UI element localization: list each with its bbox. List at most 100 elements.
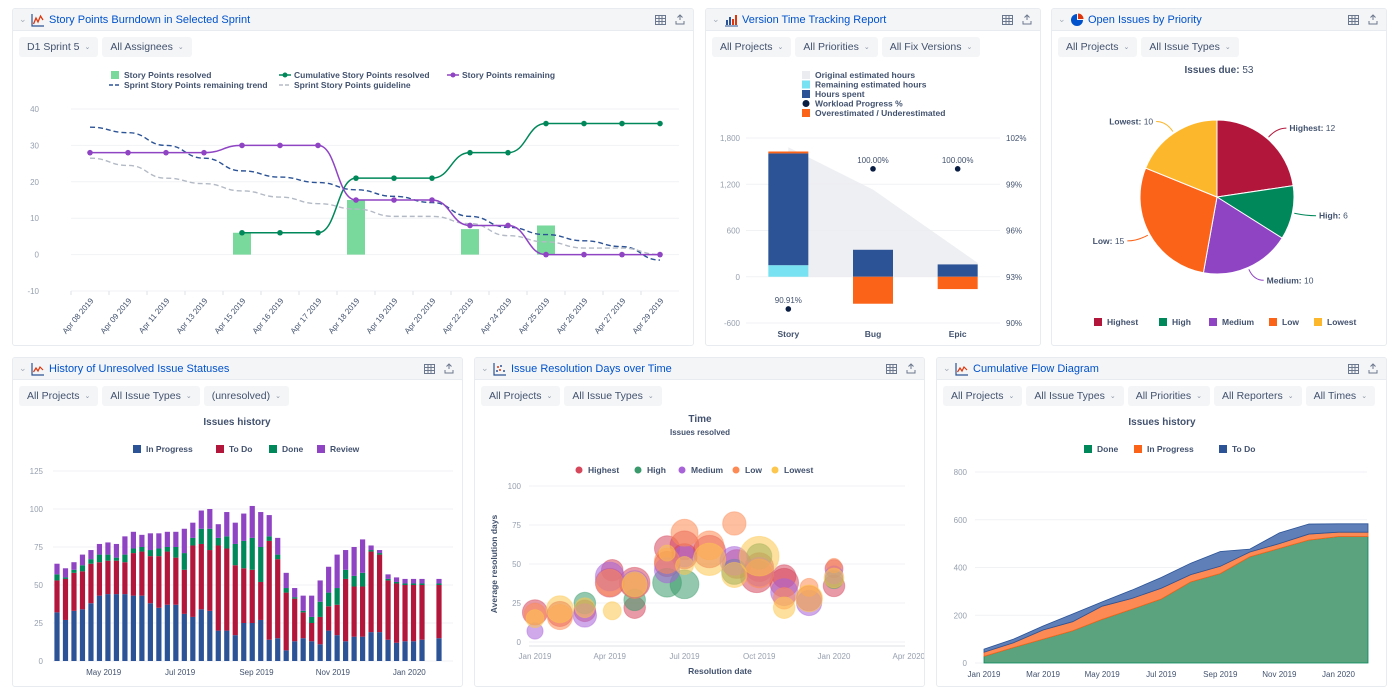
- bar-review: [122, 536, 128, 555]
- export-icon[interactable]: [904, 362, 918, 376]
- table-view-icon[interactable]: [653, 13, 667, 27]
- bar-in-progress: [79, 609, 86, 661]
- bar-to-do: [156, 556, 162, 608]
- bar-review: [113, 543, 120, 558]
- legend-item-label: Hours spent: [815, 89, 865, 99]
- fix-version-filter[interactable]: All Fix Versions ⌄: [881, 37, 981, 57]
- gadget-header: ⌄ Cumulative Flow Diagram: [937, 358, 1386, 380]
- issue-type-filter[interactable]: All Issue Types ⌄: [564, 386, 662, 406]
- export-icon[interactable]: [673, 13, 687, 27]
- gadget-title[interactable]: Issue Resolution Days over Time: [511, 363, 878, 375]
- bar-to-do: [292, 598, 298, 642]
- gadget-title[interactable]: Story Points Burndown in Selected Sprint: [49, 14, 647, 26]
- bar-review: [309, 595, 315, 617]
- bar-remaining-estimate: [768, 265, 809, 277]
- legend-resolved-swatch: [111, 71, 119, 79]
- collapse-chevron-icon[interactable]: ⌄: [481, 363, 491, 374]
- legend-item-swatch: [802, 109, 810, 117]
- y-tick-label: 0: [39, 657, 44, 666]
- collapse-chevron-icon[interactable]: ⌄: [712, 14, 722, 25]
- line-remaining: [89, 144, 660, 256]
- table-view-icon[interactable]: [1346, 362, 1360, 376]
- point-remaining: [505, 222, 511, 229]
- bar-review: [393, 577, 400, 582]
- legend-medium-label: Medium: [1222, 317, 1255, 327]
- bar-to-do: [147, 556, 153, 604]
- legend-item-label: Medium: [691, 465, 724, 475]
- bubble-low: [670, 518, 699, 547]
- bar-done: [376, 553, 383, 555]
- x-tick-label: May 2019: [1085, 670, 1121, 679]
- table-view-icon[interactable]: [1000, 13, 1014, 27]
- line-chart-icon: [955, 362, 969, 376]
- project-filter[interactable]: All Projects ⌄: [481, 386, 561, 406]
- project-filter[interactable]: All Projects ⌄: [943, 386, 1023, 406]
- bar-review: [156, 533, 162, 549]
- y-tick-label: 0: [736, 273, 741, 282]
- sprint-filter[interactable]: D1 Sprint 5 ⌄: [19, 37, 99, 57]
- issue-type-filter[interactable]: All Issue Types ⌄: [102, 386, 200, 406]
- collapse-chevron-icon[interactable]: ⌄: [19, 363, 29, 374]
- export-icon[interactable]: [1366, 362, 1380, 376]
- y-axis-label: Average resolution days: [489, 515, 499, 614]
- reporter-filter[interactable]: All Reporters ⌄: [1214, 386, 1302, 406]
- table-view-icon[interactable]: [884, 362, 898, 376]
- assignee-filter[interactable]: All Assignees ⌄: [102, 37, 192, 57]
- export-icon[interactable]: [1366, 13, 1380, 27]
- bar-to-do: [326, 606, 332, 631]
- gadget-title[interactable]: Version Time Tracking Report: [742, 14, 994, 26]
- bar-hours-spent: [937, 264, 978, 277]
- y-tick-label: 50: [34, 581, 43, 590]
- x-tick-label: Apr 2019: [594, 652, 627, 661]
- legend-high-label: High: [1172, 317, 1191, 327]
- collapse-chevron-icon[interactable]: ⌄: [19, 14, 29, 25]
- pie-data-label: High: 6: [1319, 211, 1348, 221]
- x-tick-label: Jan 2020: [818, 652, 851, 661]
- export-icon[interactable]: [442, 362, 456, 376]
- export-icon[interactable]: [1020, 13, 1034, 27]
- legend-highest-swatch: [1094, 318, 1102, 326]
- issue-type-filter[interactable]: All Issue Types ⌄: [1141, 37, 1239, 57]
- legend-item-swatch: [634, 466, 642, 474]
- collapse-chevron-icon[interactable]: ⌄: [943, 363, 953, 374]
- point-remaining: [87, 149, 93, 156]
- bar-to-do: [88, 563, 94, 604]
- gadget-title[interactable]: Cumulative Flow Diagram: [973, 363, 1340, 375]
- priority-filter[interactable]: All Priorities ⌄: [1127, 386, 1211, 406]
- bar-in-progress: [419, 639, 425, 661]
- pie-data-label: Highest: 12: [1289, 123, 1335, 133]
- bar-to-do: [207, 550, 213, 611]
- gadget-title[interactable]: History of Unresolved Issue Statuses: [49, 363, 416, 375]
- bar-in-progress: [54, 612, 60, 661]
- filter-label: All Projects: [951, 390, 1004, 402]
- gadget-title[interactable]: Open Issues by Priority: [1088, 14, 1340, 26]
- bar-review: [71, 562, 77, 570]
- bar-to-do: [317, 616, 323, 645]
- bar-over-under: [768, 151, 809, 154]
- x-tick-label: Bug: [865, 329, 882, 339]
- area-done: [983, 536, 1369, 664]
- pie-connector: [1127, 234, 1149, 242]
- x-tick-label: Sep 2019: [1203, 670, 1238, 679]
- time-filter[interactable]: All Times ⌄: [1305, 386, 1376, 406]
- bar-review: [241, 513, 247, 541]
- bar-to-do: [266, 540, 272, 640]
- legend-item-label: In Progress: [146, 444, 193, 454]
- table-view-icon[interactable]: [422, 362, 436, 376]
- collapse-chevron-icon[interactable]: ⌄: [1058, 14, 1068, 25]
- resolution-filter[interactable]: (unresolved) ⌄: [203, 386, 289, 406]
- project-filter[interactable]: All Projects ⌄: [712, 37, 792, 57]
- table-view-icon[interactable]: [1346, 13, 1360, 27]
- issue-type-filter[interactable]: All Issue Types ⌄: [1026, 386, 1124, 406]
- issues-due-value: 53: [1242, 65, 1254, 76]
- bar-review: [351, 547, 357, 576]
- point-remaining: [467, 222, 473, 229]
- bar-to-do: [249, 569, 255, 623]
- filter-label: All Fix Versions: [889, 41, 962, 53]
- x-tick-label: Apr 16 2019: [251, 296, 286, 336]
- bar-done: [105, 554, 111, 561]
- bar-review: [300, 595, 306, 611]
- project-filter[interactable]: All Projects ⌄: [1058, 37, 1138, 57]
- priority-filter[interactable]: All Priorities ⌄: [795, 37, 878, 57]
- project-filter[interactable]: All Projects ⌄: [19, 386, 99, 406]
